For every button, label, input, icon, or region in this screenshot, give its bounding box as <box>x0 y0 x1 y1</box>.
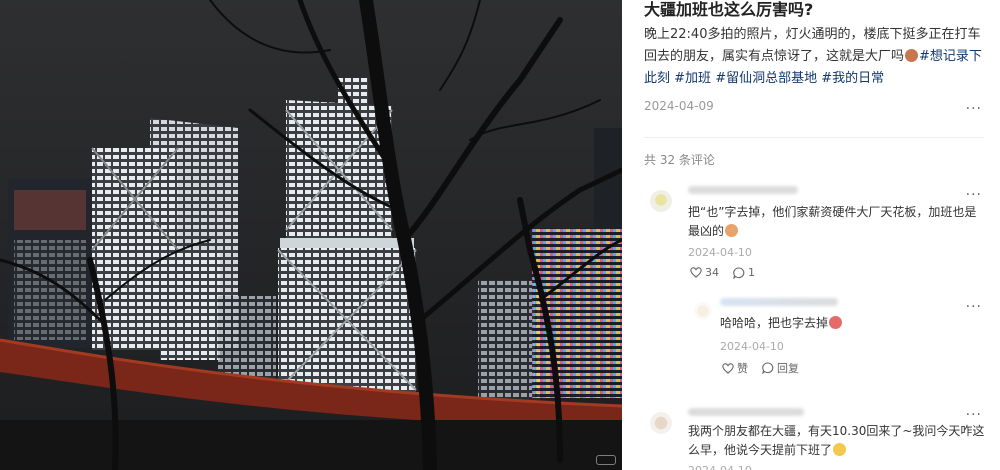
reply-item: ··· 哈哈哈，把也字去掉 2024-04-10 赞 回复 <box>622 294 1000 384</box>
emoji-icon <box>829 316 843 329</box>
avatar[interactable] <box>694 302 712 320</box>
tag-link[interactable]: #加班 <box>674 71 711 86</box>
comment-actions: 赞 回复 <box>722 360 813 376</box>
note-panel: 大疆加班也这么厉害吗? 晚上22:40多拍的照片，灯火通明的，楼底下挺多正在打车… <box>622 0 1000 470</box>
comment-item: ··· 我两个朋友都在大疆，有天10.30回来了~我问今天咋这么早，他说今天提前… <box>622 402 1000 470</box>
heart-icon <box>690 267 702 278</box>
emoji-icon <box>725 224 739 237</box>
like-count: 34 <box>705 266 719 279</box>
note-title: 大疆加班也这么厉害吗? <box>644 0 814 19</box>
comment-text: 我两个朋友都在大疆，有天10.30回来了~我问今天咋这么早，他说今天提前下班了 <box>688 424 985 457</box>
more-icon[interactable]: ··· <box>966 102 982 116</box>
post-date: 2024-04-09 <box>644 99 714 113</box>
comment-actions: 34 1 <box>690 266 769 279</box>
comment-date: 2024-04-10 <box>688 246 752 259</box>
like-button[interactable]: 赞 <box>722 360 748 376</box>
more-icon[interactable]: ··· <box>966 188 982 202</box>
more-icon[interactable]: ··· <box>966 408 982 422</box>
comments-count: 共 32 条评论 <box>644 153 715 167</box>
tag-link[interactable]: #留仙洞总部基地 <box>715 71 817 86</box>
like-button[interactable]: 34 <box>690 266 719 279</box>
like-label: 赞 <box>737 362 748 375</box>
note-body: 晚上22:40多拍的照片，灯火通明的，楼底下挺多正在打车回去的朋友，属实有点惊讶… <box>644 24 984 90</box>
image-watermark <box>596 455 616 465</box>
comment-date: 2024-04-10 <box>688 464 752 470</box>
more-icon[interactable]: ··· <box>966 300 982 314</box>
avatar[interactable] <box>650 190 672 212</box>
avatar[interactable] <box>650 412 672 434</box>
comment-date: 2024-04-10 <box>720 340 784 353</box>
divider <box>644 137 984 138</box>
comment-text: 哈哈哈，把也字去掉 <box>720 314 980 333</box>
comment-item: ··· 把“也”字去掉，他们家薪资硬件大厂天花板，加班也是最凶的 2024-04… <box>622 180 1000 290</box>
emoji-icon <box>833 443 847 456</box>
tag-link[interactable]: #我的日常 <box>821 71 884 86</box>
night-building-photo <box>0 0 622 470</box>
comment-icon <box>762 362 774 374</box>
reply-count: 1 <box>748 266 755 279</box>
comment-icon <box>733 266 745 279</box>
username-blurred[interactable] <box>720 298 838 306</box>
username-blurred[interactable] <box>688 408 804 416</box>
reply-button[interactable]: 回复 <box>762 360 799 376</box>
reply-label: 回复 <box>777 362 799 375</box>
note-photo[interactable] <box>0 0 622 470</box>
emoji-icon <box>905 49 919 62</box>
username-blurred[interactable] <box>688 186 798 194</box>
comment-text: 把“也”字去掉，他们家薪资硬件大厂天花板，加班也是最凶的 <box>688 205 977 238</box>
heart-icon <box>722 362 734 374</box>
reply-button[interactable]: 1 <box>733 266 755 279</box>
